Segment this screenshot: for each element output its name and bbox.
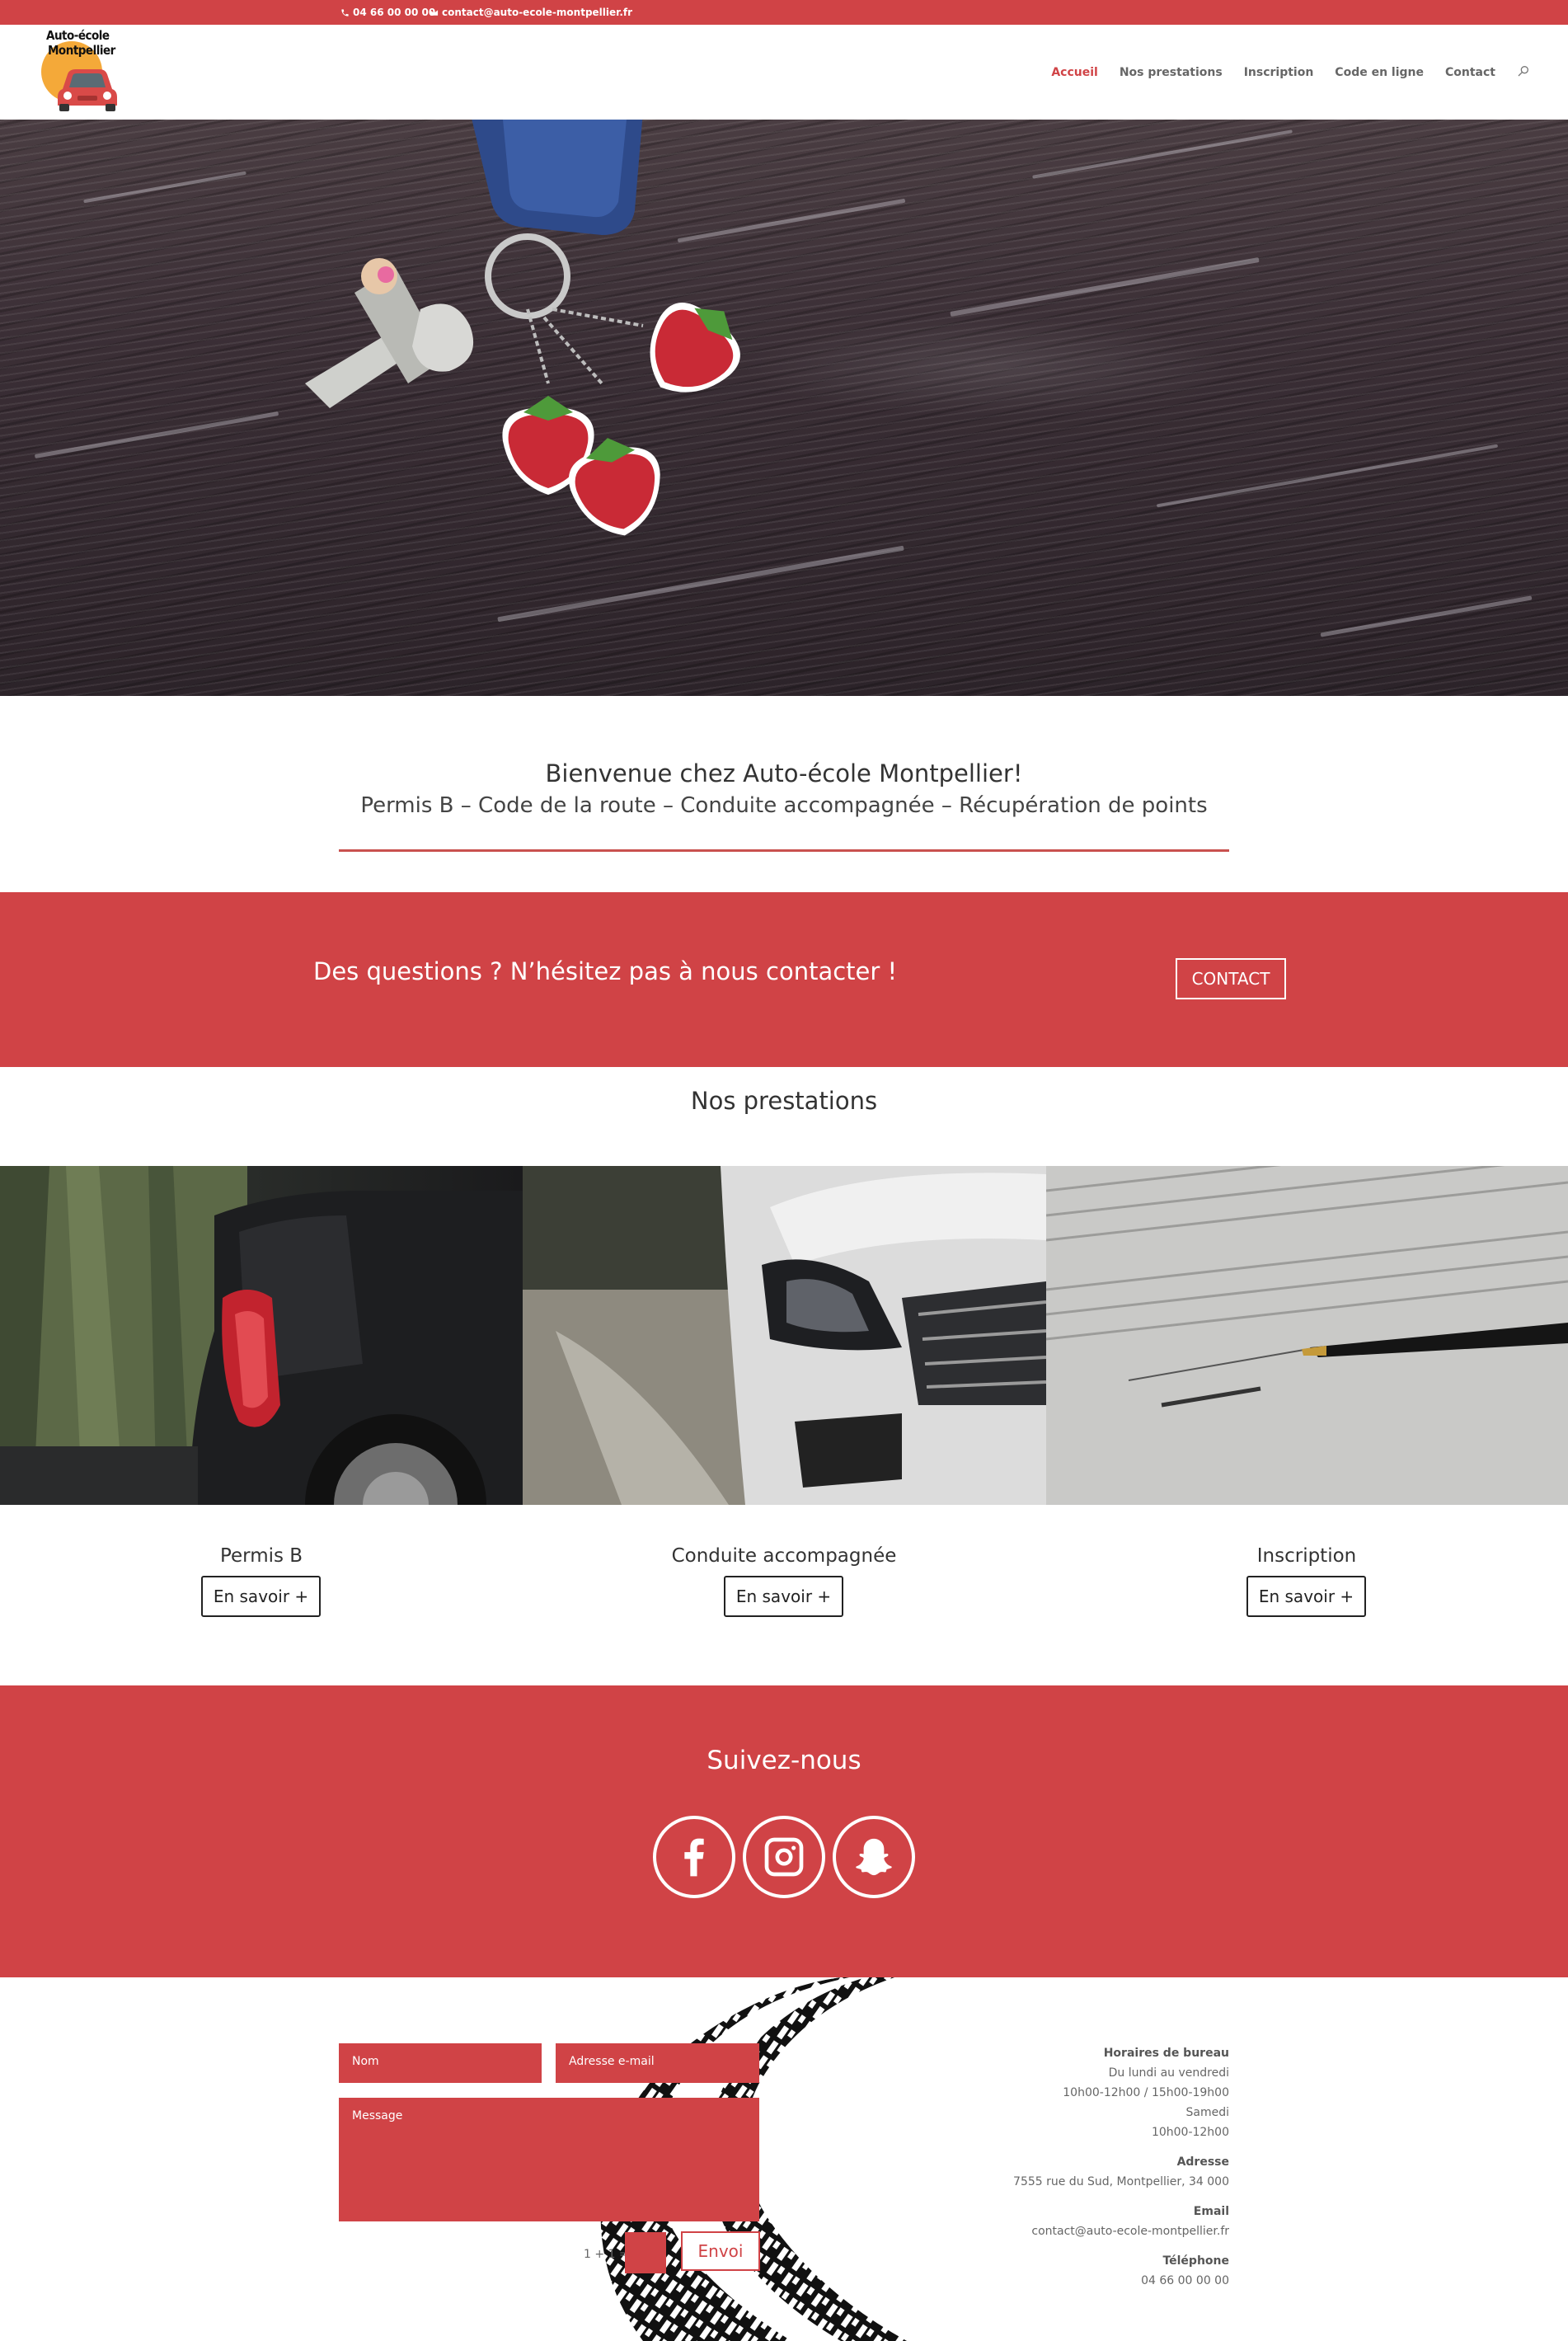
hours-label: Horaires de bureau (1103, 2047, 1229, 2060)
signature-document-image (1046, 1166, 1568, 1505)
wood-scratch (1032, 129, 1293, 179)
captcha-input[interactable] (625, 2232, 666, 2273)
conduite-accompagnee-more-button[interactable]: En savoir + (724, 1576, 843, 1617)
topbar-email-text: contact@auto-ecole-montpellier.fr (442, 7, 633, 18)
white-car-front-image (523, 1166, 1046, 1505)
phone-icon (341, 8, 349, 16)
message-field[interactable]: Message (339, 2098, 759, 2221)
welcome-subtitle: Permis B – Code de la route – Conduite a… (360, 793, 1208, 818)
social-section: Suivez-nous (0, 1685, 1568, 1977)
facebook-icon (684, 1838, 704, 1877)
email-value[interactable]: contact@auto-ecole-montpellier.fr (1013, 2221, 1229, 2241)
topbar-phone[interactable]: 04 66 00 00 00 (340, 7, 435, 18)
logo-text-line2: Montpellier (48, 43, 115, 58)
nav-item-nos-prestations[interactable]: Nos prestations (1120, 66, 1223, 79)
hours-line: Du lundi au vendredi (1108, 2066, 1229, 2080)
phone-value[interactable]: 04 66 00 00 00 (1013, 2271, 1229, 2291)
hours-line: Samedi (1185, 2106, 1230, 2119)
section-divider (339, 849, 1229, 852)
cta-question: Des questions ? N’hésitez pas à nous con… (313, 957, 898, 985)
topbar-phone-text: 04 66 00 00 00 (353, 7, 436, 18)
card-title-conduite-accompagnee: Conduite accompagnée (671, 1545, 897, 1567)
black-car-rear-image (0, 1166, 523, 1505)
hero-slider (0, 120, 1568, 696)
keychain-image (305, 120, 740, 536)
email-label: Email (1193, 2205, 1229, 2218)
facebook-link[interactable] (653, 1816, 735, 1898)
contact-cta-banner: Des questions ? N’hésitez pas à nous con… (0, 892, 1568, 1067)
snapchat-link[interactable] (833, 1816, 915, 1898)
wood-scratch (83, 171, 246, 204)
permis-b-more-button[interactable]: En savoir + (201, 1576, 321, 1617)
car-icon (58, 69, 117, 111)
hours-line: 10h00-12h00 (1151, 2126, 1229, 2139)
main-nav: Accueil Nos prestations Inscription Code… (1051, 64, 1530, 81)
social-title: Suivez-nous (707, 1746, 861, 1775)
nav-item-code-en-ligne[interactable]: Code en ligne (1335, 66, 1424, 79)
site-logo[interactable]: Auto-école Montpellier (40, 26, 122, 119)
welcome-title: Bienvenue chez Auto-école Montpellier! (545, 759, 1023, 787)
wood-scratch (1156, 444, 1499, 508)
card-title-permis-b: Permis B (219, 1545, 303, 1567)
captcha-question: 1 + 1 = (584, 2248, 629, 2261)
inscription-more-button[interactable]: En savoir + (1246, 1576, 1366, 1617)
search-button[interactable] (1517, 64, 1530, 81)
welcome-section: Bienvenue chez Auto-école Montpellier! P… (0, 696, 1568, 892)
prestations-title: Nos prestations (690, 1087, 878, 1115)
envelope-icon (430, 9, 439, 16)
phone-label: Téléphone (1162, 2254, 1229, 2268)
wood-scratch (1320, 595, 1533, 637)
email-field[interactable]: Adresse e-mail (556, 2043, 759, 2083)
topbar-email[interactable]: contact@auto-ecole-montpellier.fr (430, 7, 632, 18)
snapchat-icon (856, 1838, 892, 1876)
submit-button[interactable]: Envoi (681, 2231, 760, 2271)
wood-scratch (950, 257, 1260, 317)
top-bar: 04 66 00 00 00 contact@auto-ecole-montpe… (0, 0, 1568, 25)
card-title-inscription: Inscription (1256, 1545, 1357, 1567)
hours-line: 10h00-12h00 / 15h00-19h00 (1063, 2086, 1229, 2099)
inscription-photo (1046, 1166, 1568, 1505)
logo-text-line1: Auto-école (46, 28, 110, 43)
contact-button[interactable]: CONTACT (1176, 958, 1286, 999)
permis-b-photo (0, 1166, 523, 1505)
address-label: Adresse (1176, 2155, 1229, 2169)
contact-info: Horaires de bureau Du lundi au vendredi … (1013, 2043, 1229, 2291)
name-field[interactable]: Nom (339, 2043, 542, 2083)
conduite-accompagnee-photo (523, 1166, 1046, 1505)
footer-contact-section (0, 1977, 1568, 2341)
address-value: 7555 rue du Sud, Montpellier, 34 000 (1013, 2175, 1229, 2188)
nav-item-inscription[interactable]: Inscription (1244, 66, 1314, 79)
wood-scratch (34, 411, 279, 459)
search-icon (1518, 66, 1528, 77)
instagram-icon (764, 1837, 804, 1877)
instagram-link[interactable] (743, 1816, 825, 1898)
site-header: Auto-école Montpellier Accueil Nos prest… (0, 25, 1568, 120)
nav-item-accueil[interactable]: Accueil (1051, 66, 1098, 79)
nav-item-contact[interactable]: Contact (1445, 66, 1495, 79)
